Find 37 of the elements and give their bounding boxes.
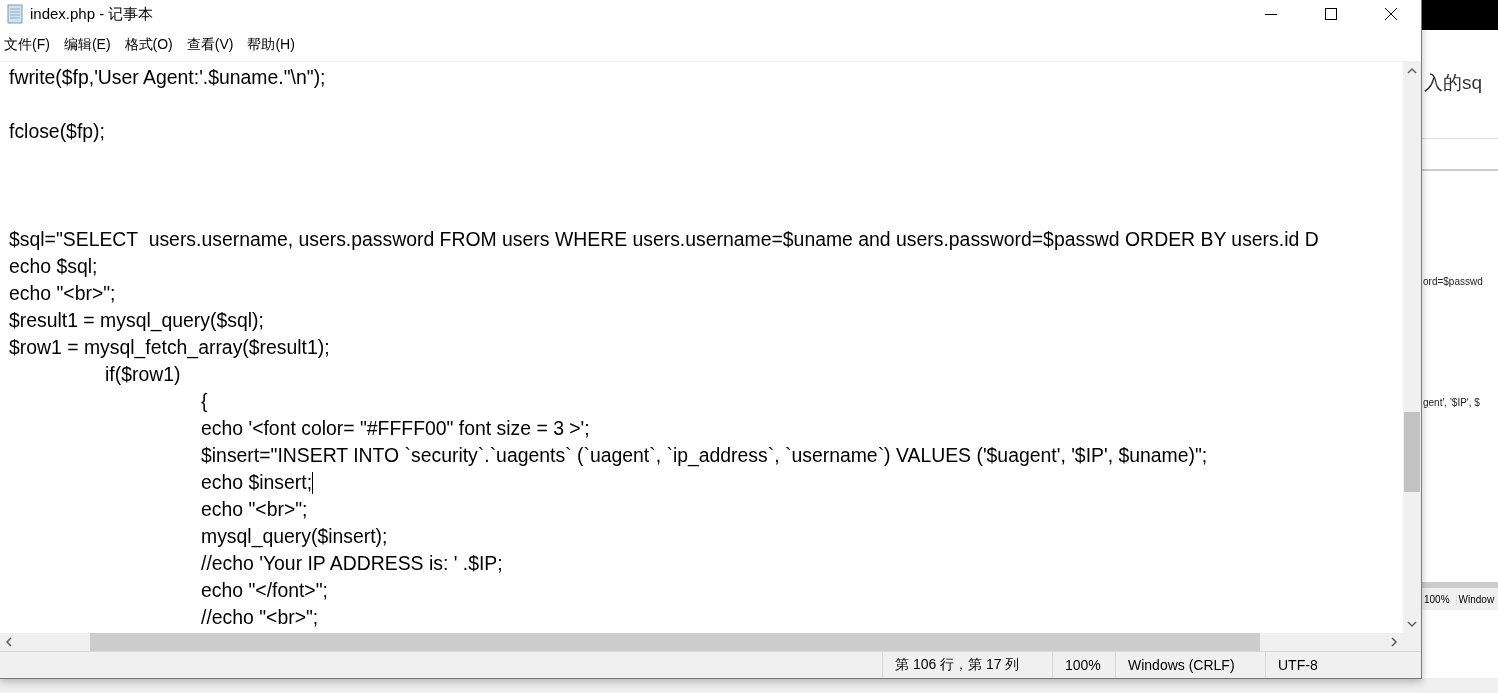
status-text: 第 106 行，第 17 列 xyxy=(882,652,1052,678)
code-line: mysql_query($insert); xyxy=(200,524,388,550)
status-text: Windows (CRLF) xyxy=(1115,652,1265,678)
code-line: $row1 = mysql_fetch_array($result1); xyxy=(9,335,330,361)
maximize-icon xyxy=(1325,8,1337,20)
code-line: //echo 'Your IP ADDRESS is: ' .$IP; xyxy=(200,551,503,576)
code-line: if($row1) xyxy=(104,362,181,387)
menu-item[interactable]: 格式(O) xyxy=(122,35,179,54)
code-text: gent', '$IP', $ xyxy=(1423,397,1480,408)
close-icon xyxy=(1385,8,1397,20)
menu-item[interactable]: 文件(F) xyxy=(2,35,56,54)
code-line: echo "<br>"; xyxy=(9,281,116,306)
menu-item[interactable]: 查看(V) xyxy=(184,35,240,54)
code-line: { xyxy=(200,389,208,414)
code-line: fclose($fp); xyxy=(9,119,105,144)
window-title: index.php - 记事本 xyxy=(30,4,155,24)
notepad-icon xyxy=(6,4,24,24)
status-text: Window xyxy=(1456,593,1498,605)
code-line: echo $sql; xyxy=(9,254,98,279)
scrollbar-thumb[interactable] xyxy=(90,633,1260,651)
code-line: $insert="INSERT INTO `security`.`uagents` (`uagent`, `ip_address`, `username`) VALUES ('$uagent', '$IP', $uname)"; xyxy=(200,443,1208,469)
code-line: echo "<br>"; xyxy=(200,497,308,522)
code-line: $sql="SELECT users.username, users.password FROM users WHERE users.username=$uname and users.password=$passwd ORDER BY users.id D xyxy=(9,227,1319,252)
code-line: echo '<font color= "#FFFF00" font size = 3 >'; xyxy=(200,416,590,441)
page-heading: 入的sq xyxy=(1424,71,1483,95)
menu-item[interactable]: 编辑(E) xyxy=(61,35,117,54)
status-text: 100% xyxy=(1422,593,1457,605)
status-text: UTF-8 xyxy=(1265,652,1410,678)
menu-item[interactable]: 帮助(H) xyxy=(245,35,301,54)
status-text: 100% xyxy=(1052,652,1115,678)
scrollbar-thumb[interactable] xyxy=(1404,411,1420,492)
code-line: echo $insert; xyxy=(200,470,313,495)
code-line: $result1 = mysql_query($sql); xyxy=(9,308,264,334)
code-text: ord=$passwd xyxy=(1423,276,1483,287)
code-line: //echo "<br>"; xyxy=(200,605,319,630)
code-line: echo "</font>"; xyxy=(200,578,328,603)
code-line: fwrite($fp,'User Agent:'.$uname."\n"); xyxy=(9,65,326,90)
